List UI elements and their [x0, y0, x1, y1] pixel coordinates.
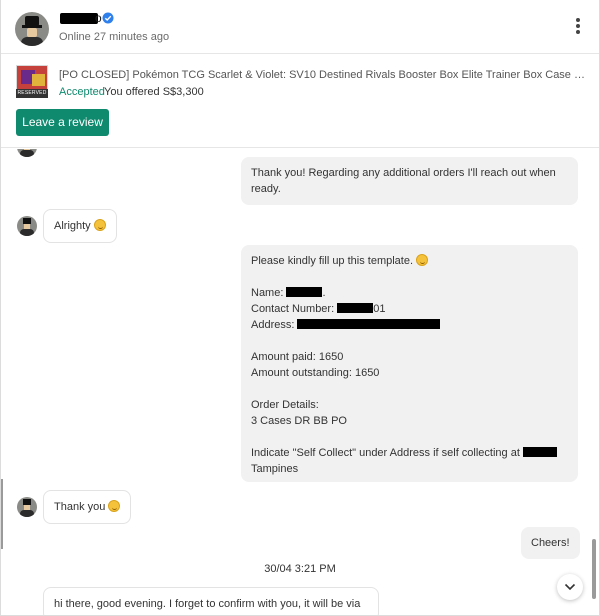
smiling-face-emoji-icon [108, 500, 121, 512]
amount-paid: Amount paid: 1650 [251, 351, 344, 363]
address-label: Address: [251, 319, 295, 331]
message-list[interactable]: Thank you! Regarding any additional orde… [1, 149, 599, 615]
sender-avatar [17, 216, 37, 236]
order-details: 3 Cases DR BB PO [251, 415, 347, 427]
message-incoming: Alrighty [43, 209, 117, 243]
message-text: Thank you [54, 501, 106, 513]
listing-title[interactable]: [PO CLOSED] Pokémon TCG Scarlet & Violet… [59, 69, 587, 81]
message-outgoing-template: Please kindly fill up this template. Nam… [241, 245, 578, 482]
location-text: Tampines [251, 463, 299, 475]
scrollbar-thumb[interactable] [592, 539, 596, 599]
leave-review-button[interactable]: Leave a review [16, 109, 109, 136]
offer-amount: You offered S$3,300 [104, 86, 204, 98]
date-separator: 30/04 3:21 PM [264, 563, 336, 575]
message-incoming: hi there, good evening. I forget to conf… [43, 587, 379, 615]
offer-status: Accepted [59, 86, 105, 98]
username-tail: o [95, 11, 102, 25]
reserved-tag: RESERVED [16, 89, 48, 98]
listing-summary[interactable]: RESERVED [PO CLOSED] Pokémon TCG Scarlet… [1, 55, 599, 148]
order-details-label: Order Details: [251, 399, 319, 411]
message-outgoing: Thank you! Regarding any additional orde… [241, 157, 578, 205]
message-text: Cheers! [531, 537, 570, 549]
message-text: Please kindly fill up this template. [251, 255, 414, 267]
message-text: hi there, good evening. I forget to conf… [54, 598, 361, 610]
chat-header: o Online 27 minutes ago [1, 0, 599, 54]
redacted-location [522, 447, 557, 457]
chat-window: o Online 27 minutes ago RESERVED [PO CLO… [0, 0, 600, 616]
verified-badge-icon [102, 12, 114, 24]
more-vertical-icon[interactable] [571, 17, 585, 37]
name-label: Name: [251, 287, 284, 299]
redacted-name [286, 287, 323, 297]
message-text: ready. [251, 183, 281, 195]
chevron-down-icon [564, 583, 576, 591]
smiling-face-emoji-icon [93, 219, 106, 231]
self-collect-note: Indicate "Self Collect" under Address if… [251, 447, 520, 459]
amount-outstanding: Amount outstanding: 1650 [251, 367, 380, 379]
online-status: Online 27 minutes ago [59, 31, 170, 43]
redacted-username [60, 13, 98, 24]
contact-label: Contact Number: [251, 303, 335, 315]
smiling-face-emoji-icon [416, 254, 429, 266]
contact-tail: 01 [373, 303, 386, 315]
scroll-position-marker [1, 479, 3, 549]
user-avatar[interactable] [15, 12, 49, 46]
sender-avatar [17, 149, 37, 157]
message-outgoing: Cheers! [521, 527, 580, 559]
message-text: Alrighty [54, 220, 91, 232]
message-text: Thank you! Regarding any additional orde… [251, 167, 556, 179]
sender-avatar [17, 497, 37, 517]
message-incoming: Thank you [43, 490, 132, 524]
redacted-address [297, 319, 441, 329]
redacted-contact [337, 303, 374, 313]
scroll-to-bottom-button[interactable] [557, 574, 583, 600]
